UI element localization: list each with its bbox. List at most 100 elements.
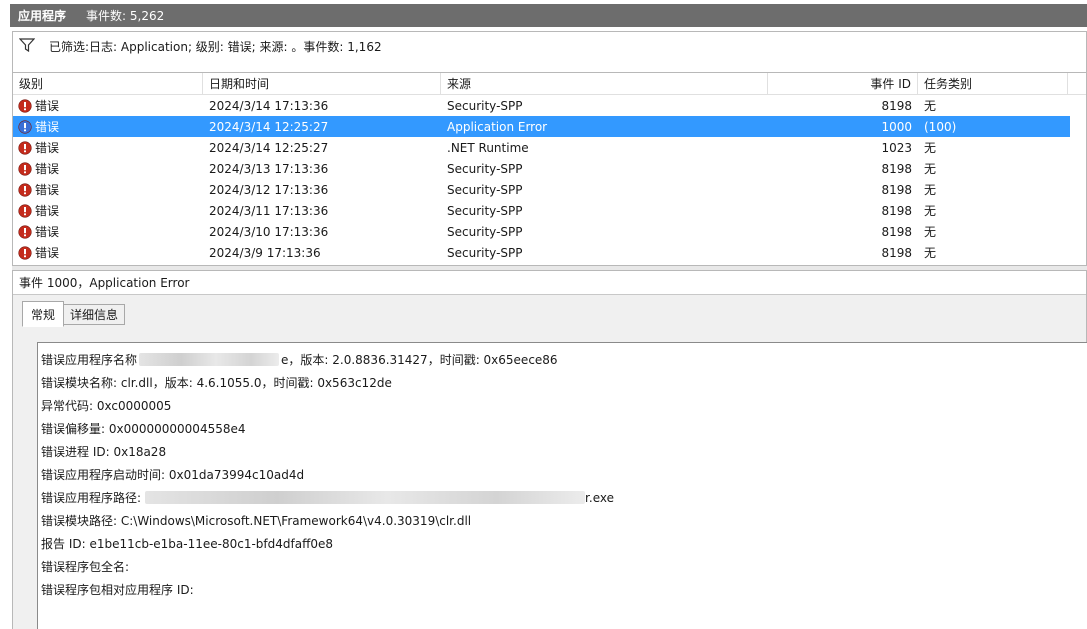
cell-event-id: 8198 bbox=[881, 224, 912, 239]
cell-task: 无 bbox=[924, 225, 937, 239]
table-row[interactable]: 错误 2024/3/10 17:13:36 Security-SPP 8198 无 bbox=[13, 221, 1086, 242]
error-icon bbox=[18, 98, 32, 113]
table-row[interactable]: 错误 2024/3/9 17:13:36 Security-SPP 8198 无 bbox=[13, 242, 1086, 263]
cell-source: Application Error bbox=[447, 119, 548, 134]
error-icon bbox=[18, 203, 32, 218]
cell-source: .NET Runtime bbox=[447, 140, 529, 155]
cell-level: 错误 bbox=[13, 242, 203, 263]
detail-line-report-id: 报告 ID: e1be11cb-e1ba-11ee-80c1-bfd4dfaff… bbox=[41, 537, 334, 551]
cell-level: 错误 bbox=[13, 116, 203, 137]
cell-level: 错误 bbox=[13, 200, 203, 221]
error-icon bbox=[18, 224, 32, 239]
detail-line-exception: 异常代码: 0xc0000005 bbox=[41, 399, 172, 413]
error-icon bbox=[18, 119, 32, 134]
detail-line-offset: 错误偏移量: 0x00000000004558e4 bbox=[41, 422, 246, 436]
app-name-label: 错误应用程序名称 bbox=[41, 353, 138, 367]
cell-task: 无 bbox=[924, 99, 937, 113]
detail-line-package-app-id: 错误程序包相对应用程序 ID: bbox=[41, 583, 194, 597]
level-text: 错误 bbox=[35, 99, 60, 113]
cell-level: 错误 bbox=[13, 158, 203, 179]
cell-event-id: 1000 bbox=[881, 119, 912, 134]
level-text: 错误 bbox=[35, 162, 60, 176]
cell-date: 2024/3/14 12:25:27 bbox=[209, 119, 329, 134]
table-row[interactable]: 错误 2024/3/11 17:13:36 Security-SPP 8198 无 bbox=[13, 200, 1086, 221]
cell-source: Security-SPP bbox=[447, 224, 523, 239]
detail-line-app-name: 错误应用程序名称 e ，版本: 2.0.8836.31427，时间戳: 0x65… bbox=[41, 348, 1087, 371]
app-name-version: ，版本: 2.0.8836.31427，时间戳: 0x65eece86 bbox=[288, 353, 558, 367]
detail-line-app-path: 错误应用程序路径: r.exe bbox=[41, 486, 1087, 509]
cell-event-id: 8198 bbox=[881, 161, 912, 176]
cell-event-id: 8198 bbox=[881, 245, 912, 260]
table-row[interactable]: 错误 2024/3/14 12:25:27 .NET Runtime 1023 无 bbox=[13, 137, 1086, 158]
log-name: 应用程序 bbox=[18, 9, 67, 23]
error-icon bbox=[18, 245, 32, 260]
panel-titlebar: 应用程序 事件数: 5,262 bbox=[10, 4, 1087, 27]
detail-text-box[interactable]: 错误应用程序名称 e ，版本: 2.0.8836.31427，时间戳: 0x65… bbox=[37, 342, 1087, 629]
table-row[interactable]: 错误 2024/3/14 17:13:36 Security-SPP 8198 无 bbox=[13, 95, 1086, 116]
column-header-event-id[interactable]: 事件 ID bbox=[768, 73, 918, 94]
list-header: 级别 日期和时间 来源 事件 ID 任务类别 bbox=[13, 73, 1086, 95]
detail-tabs: 常规 详细信息 bbox=[22, 301, 126, 327]
cell-date: 2024/3/12 17:13:36 bbox=[209, 182, 329, 197]
cell-source: Security-SPP bbox=[447, 98, 523, 113]
cell-level: 错误 bbox=[13, 95, 203, 116]
event-list[interactable]: 级别 日期和时间 来源 事件 ID 任务类别 错误 2024/3/14 17:13… bbox=[12, 73, 1087, 266]
app-path-suffix: r.exe bbox=[585, 490, 614, 505]
table-row[interactable]: 错误 2024/3/14 12:25:27 Application Error 100… bbox=[13, 116, 1070, 137]
column-header-date[interactable]: 日期和时间 bbox=[203, 73, 441, 94]
redacted-region bbox=[139, 353, 280, 366]
level-text: 错误 bbox=[35, 204, 60, 218]
cell-level: 错误 bbox=[13, 137, 203, 158]
cell-source: Security-SPP bbox=[447, 182, 523, 197]
cell-source: Security-SPP bbox=[447, 245, 523, 260]
column-header-level[interactable]: 级别 bbox=[13, 73, 203, 94]
cell-date: 2024/3/9 17:13:36 bbox=[209, 245, 321, 260]
event-count: 事件数: 5,262 bbox=[86, 9, 165, 23]
cell-task: 无 bbox=[924, 183, 937, 197]
event-detail-pane: 事件 1000，Application Error 常规 详细信息 错误应用程序… bbox=[12, 270, 1087, 629]
detail-line-module-path: 错误模块路径: C:\Windows\Microsoft.NET\Framewo… bbox=[41, 514, 472, 528]
cell-event-id: 8198 bbox=[881, 182, 912, 197]
error-icon bbox=[18, 161, 32, 176]
detail-title: 事件 1000，Application Error bbox=[13, 271, 1086, 295]
cell-level: 错误 bbox=[13, 221, 203, 242]
level-text: 错误 bbox=[35, 246, 60, 260]
cell-task: 无 bbox=[924, 246, 937, 260]
cell-date: 2024/3/10 17:13:36 bbox=[209, 224, 329, 239]
filter-text: 已筛选:日志: Application; 级别: 错误; 来源: 。事件数: 1… bbox=[49, 40, 382, 54]
table-row[interactable]: 错误 2024/3/12 17:13:36 Security-SPP 8198 无 bbox=[13, 179, 1086, 200]
error-icon bbox=[18, 140, 32, 155]
detail-line-package-name: 错误程序包全名: bbox=[41, 560, 130, 574]
level-text: 错误 bbox=[35, 225, 60, 239]
cell-date: 2024/3/13 17:13:36 bbox=[209, 161, 329, 176]
app-name-suffix: e bbox=[281, 352, 289, 367]
cell-task: (100) bbox=[924, 119, 957, 134]
cell-source: Security-SPP bbox=[447, 161, 523, 176]
redacted-region bbox=[145, 491, 586, 504]
cell-event-id: 1023 bbox=[881, 140, 912, 155]
cell-task: 无 bbox=[924, 204, 937, 218]
detail-line-module: 错误模块名称: clr.dll，版本: 4.6.1055.0，时间戳: 0x56… bbox=[41, 376, 392, 390]
filter-bar: 已筛选:日志: Application; 级别: 错误; 来源: 。事件数: 1… bbox=[12, 31, 1087, 73]
app-path-label: 错误应用程序路径: bbox=[41, 491, 142, 505]
cell-task: 无 bbox=[924, 141, 937, 155]
cell-date: 2024/3/14 17:13:36 bbox=[209, 98, 329, 113]
level-text: 错误 bbox=[35, 120, 60, 134]
level-text: 错误 bbox=[35, 183, 60, 197]
level-text: 错误 bbox=[35, 141, 60, 155]
table-row[interactable]: 错误 2024/3/13 17:13:36 Security-SPP 8198 无 bbox=[13, 158, 1086, 179]
tab-general[interactable]: 常规 bbox=[22, 301, 65, 327]
detail-line-process-id: 错误进程 ID: 0x18a28 bbox=[41, 445, 167, 459]
cell-level: 错误 bbox=[13, 179, 203, 200]
detail-line-start-time: 错误应用程序启动时间: 0x01da73994c10ad4d bbox=[41, 468, 305, 482]
cell-source: Security-SPP bbox=[447, 203, 523, 218]
tab-details[interactable]: 详细信息 bbox=[63, 304, 126, 325]
column-header-source[interactable]: 来源 bbox=[441, 73, 768, 94]
filter-icon bbox=[19, 38, 35, 52]
cell-event-id: 8198 bbox=[881, 98, 912, 113]
column-header-task[interactable]: 任务类别 bbox=[918, 73, 1068, 94]
error-icon bbox=[18, 182, 32, 197]
cell-date: 2024/3/11 17:13:36 bbox=[209, 203, 329, 218]
cell-task: 无 bbox=[924, 162, 937, 176]
cell-date: 2024/3/14 12:25:27 bbox=[209, 140, 329, 155]
